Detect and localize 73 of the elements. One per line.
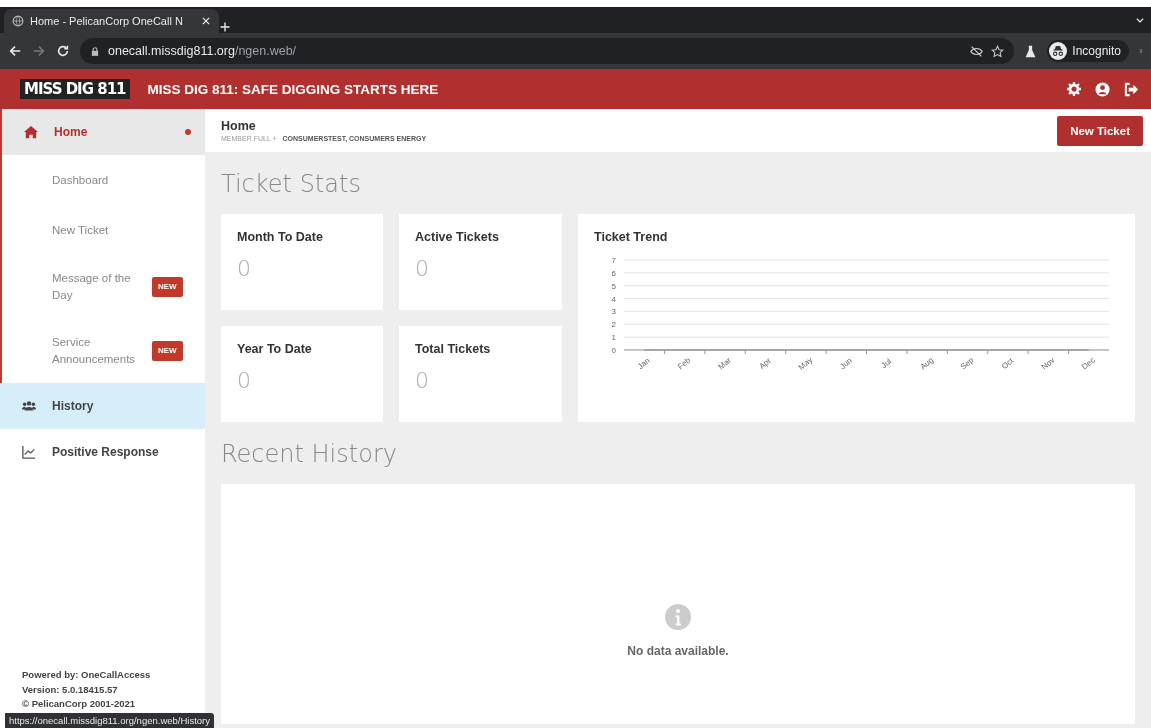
sidebar-subitem[interactable]: Service Announcements NEW [2,319,205,383]
x-tick-label: Jun [838,356,854,372]
x-tick-label: Sep [958,355,976,372]
flask-icon[interactable] [1024,44,1038,58]
close-icon[interactable] [201,16,211,26]
new-badge: NEW [152,277,183,297]
y-tick-label: 2 [611,320,616,330]
y-tick-label: 5 [611,281,616,291]
sidebar-item[interactable]: Home [0,109,205,155]
empty-message: No data available. [627,644,729,658]
home-icon [24,125,38,139]
chart-title: Ticket Trend [594,230,669,244]
x-tick-label: Apr [757,356,773,372]
sidebar-item[interactable]: History [0,383,205,429]
sidebar-subitem[interactable]: Message of the Day NEW [2,255,205,319]
stat-label: Total Tickets [415,342,492,356]
stat-value: 0 [237,368,252,393]
y-tick-label: 0 [611,346,616,355]
stat-label: Active Tickets [415,230,500,244]
section-title: Ticket Stats [221,170,362,198]
page-title: Home [221,119,257,133]
logo[interactable]: MISS DIG 811 [20,79,130,99]
star-icon[interactable] [991,44,1005,58]
y-tick-label: 3 [611,307,616,317]
x-tick-label: Feb [676,355,693,372]
back-arrow-icon[interactable] [8,44,22,58]
stat-value: 0 [415,368,430,393]
y-tick-label: 1 [611,333,616,343]
eye-slash-icon[interactable] [970,44,984,58]
tab-title: Home - PelicanCorp OneCall N [30,15,184,27]
footer-text: Version: 5.0.18415.57 [22,682,119,697]
x-tick-label: Jul [879,356,894,371]
users-icon [22,399,36,413]
x-tick-label: Jan [636,356,652,372]
chevron-down-icon[interactable] [1135,15,1145,25]
footer-text: Powered by: OneCallAccess [22,668,152,683]
sidebar-subitem[interactable]: New Ticket [2,205,205,255]
status-url: https://onecall.missdig811.org/ngen.web/History [5,713,214,728]
x-tick-label: Oct [999,356,1016,372]
section-title: Recent History [221,440,398,468]
info-icon [665,604,691,630]
forward-arrow-icon [32,44,46,58]
x-tick-label: May [796,355,815,372]
x-tick-label: Nov [1039,355,1057,372]
stat-value: 0 [237,256,252,281]
new-ticket-button[interactable]: New Ticket [1057,115,1143,146]
user-icon[interactable] [1095,81,1110,97]
sidebar-subitem[interactable]: Dashboard [2,155,205,205]
url-text: onecall.missdig811.org/ngen.web/ [108,44,297,58]
address-bar[interactable]: onecall.missdig811.org/ngen.web/ [80,38,1015,64]
globe-icon [12,15,24,27]
y-tick-label: 4 [611,294,616,304]
x-tick-label: Mar [716,355,733,372]
sidebar-item[interactable]: Positive Response [0,429,205,475]
y-tick-label: 6 [611,268,616,278]
x-tick-label: Dec [1080,355,1097,372]
stat-label: Year To Date [237,342,313,356]
stat-label: Month To Date [237,230,324,244]
line-chart-icon [22,445,36,459]
x-tick-label: Aug [918,355,936,372]
sign-out-icon[interactable] [1124,81,1139,97]
browser-tab[interactable]: Home - PelicanCorp OneCall N [4,9,219,33]
plus-icon[interactable] [219,21,231,33]
incognito-icon [1049,42,1068,60]
profile-button[interactable]: Incognito [1047,40,1129,62]
settings-icon[interactable] [1067,81,1081,96]
footer-text: © PelicanCorp 2001-2021 [22,696,137,711]
y-tick-label: 7 [611,256,616,265]
new-badge: NEW [152,341,183,361]
tagline: MISS DIG 811: SAFE DIGGING STARTS HERE [147,81,440,97]
lock-icon [90,45,100,57]
reload-icon[interactable] [56,44,70,58]
stat-value: 0 [415,256,430,281]
